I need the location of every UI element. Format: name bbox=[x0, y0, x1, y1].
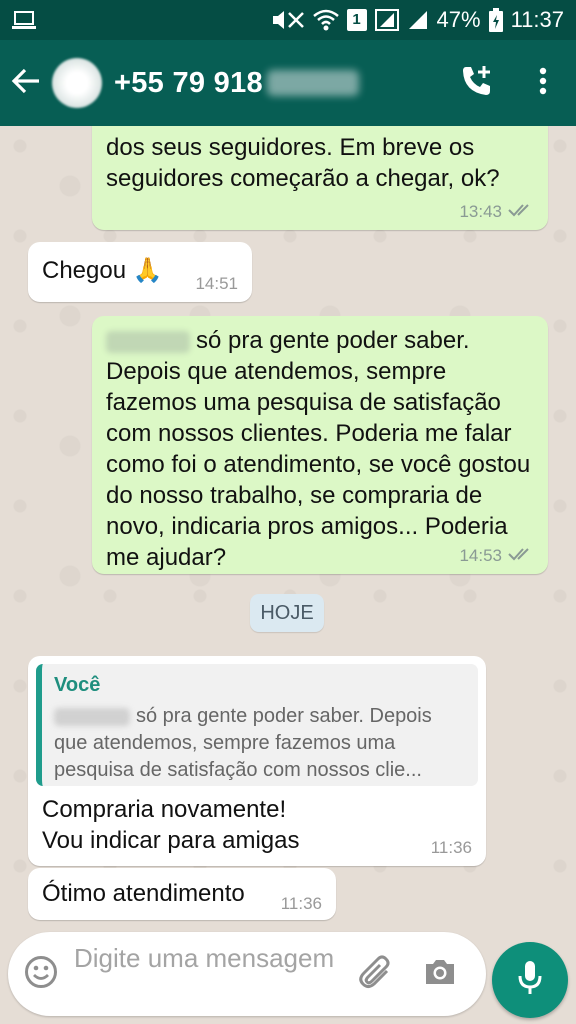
mic-icon bbox=[517, 960, 543, 1001]
quote-text: só pra gente poder saber. Depois bbox=[136, 705, 432, 727]
redacted-name bbox=[54, 707, 130, 726]
message-outgoing[interactable]: só pra gente poder saber. Depois que ate… bbox=[92, 316, 548, 574]
battery-icon bbox=[488, 8, 503, 32]
message-text: Depois que atendemos, sempre fazemos uma… bbox=[106, 358, 531, 571]
camera-button[interactable] bbox=[408, 932, 472, 1016]
emoji-icon bbox=[24, 955, 58, 994]
mute-icon bbox=[271, 9, 305, 31]
message-outgoing[interactable]: dos seus seguidores. Em breve os seguido… bbox=[92, 126, 548, 230]
status-bar: 1 47% 11:37 bbox=[0, 0, 576, 40]
message-incoming[interactable]: Chegou 🙏 14:51 bbox=[28, 242, 252, 302]
message-time: 11:36 bbox=[280, 894, 322, 913]
signal-icon-2 bbox=[407, 9, 429, 31]
emoji-button[interactable] bbox=[8, 932, 74, 1016]
avatar[interactable] bbox=[52, 58, 102, 108]
message-incoming-reply[interactable]: Você só pra gente poder saber. Depois qu… bbox=[28, 656, 486, 866]
signal-icon bbox=[374, 9, 399, 31]
message-text: seguidores começarão a chegar, ok? bbox=[106, 165, 500, 192]
contact-name-text: +55 79 918 bbox=[114, 66, 263, 99]
message-text: dos seus seguidores. Em breve os bbox=[106, 134, 475, 161]
more-vert-icon bbox=[539, 67, 547, 100]
message-text: Compraria novamente! bbox=[42, 796, 287, 823]
date-separator: HOJE bbox=[250, 594, 324, 632]
chat-area[interactable]: dos seus seguidores. Em breve os seguido… bbox=[0, 126, 576, 928]
message-text: só pra gente poder saber. bbox=[196, 327, 470, 354]
message-time: 11:36 bbox=[430, 838, 472, 857]
message-time: 14:53 bbox=[459, 546, 502, 565]
camera-icon bbox=[423, 957, 457, 992]
quoted-message[interactable]: Você só pra gente poder saber. Depois qu… bbox=[36, 664, 478, 786]
message-text: Chegou 🙏 bbox=[42, 257, 163, 284]
attach-button[interactable] bbox=[344, 932, 408, 1016]
message-time: 13:43 bbox=[459, 202, 502, 221]
add-call-icon bbox=[460, 64, 494, 103]
mic-button[interactable] bbox=[492, 942, 568, 1018]
composer bbox=[8, 932, 486, 1016]
clock: 11:37 bbox=[510, 7, 564, 32]
sim-badge: 1 bbox=[346, 9, 367, 31]
quote-author: Você bbox=[54, 674, 101, 696]
back-arrow-icon bbox=[11, 68, 41, 99]
battery-percent: 47% bbox=[436, 7, 481, 32]
message-text: Ótimo atendimento bbox=[42, 880, 245, 907]
attach-icon bbox=[359, 955, 393, 994]
laptop-icon bbox=[12, 10, 36, 30]
message-time: 14:51 bbox=[195, 274, 238, 293]
quote-text: que atendemos, sempre fazemos uma pesqui… bbox=[54, 732, 422, 781]
message-text: Vou indicar para amigas bbox=[42, 827, 300, 854]
redacted-number bbox=[266, 70, 359, 96]
more-options-button[interactable] bbox=[510, 40, 576, 126]
wifi-icon bbox=[312, 9, 339, 31]
double-check-icon bbox=[508, 202, 534, 222]
message-incoming[interactable]: Ótimo atendimento 11:36 bbox=[28, 868, 336, 920]
message-input[interactable] bbox=[74, 940, 344, 1008]
add-call-button[interactable] bbox=[444, 40, 510, 126]
back-button[interactable] bbox=[0, 40, 52, 126]
chat-header: +55 79 918 bbox=[0, 40, 576, 126]
contact-name[interactable]: +55 79 918 bbox=[114, 67, 359, 100]
double-check-icon bbox=[508, 546, 534, 566]
redacted-name bbox=[106, 330, 190, 353]
